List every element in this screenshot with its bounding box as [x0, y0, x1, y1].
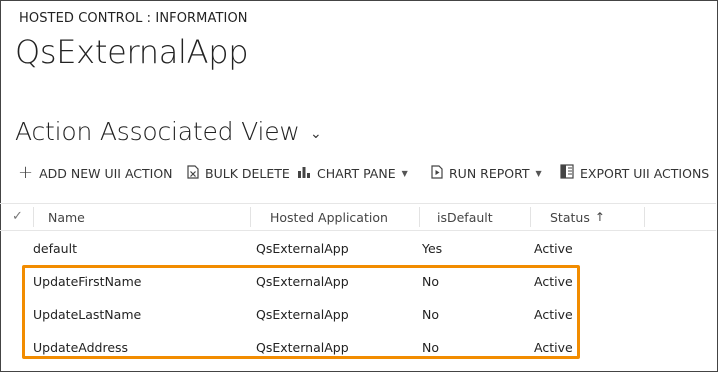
table-row[interactable]: UpdateAddress QsExternalApp No Active: [0, 331, 716, 364]
view-selector-chevron-icon[interactable]: ⌄: [310, 126, 322, 142]
cell-name: UpdateFirstName: [33, 274, 142, 289]
bulk-delete-label: BULK DELETE: [205, 165, 290, 181]
column-header-name[interactable]: Name: [48, 204, 85, 230]
cell-name: UpdateAddress: [33, 340, 129, 355]
column-divider: [644, 207, 645, 227]
cell-status: Active: [534, 340, 573, 355]
select-all-checkmark-icon[interactable]: ✓: [12, 209, 23, 224]
command-bar: + ADD NEW UII ACTION BULK DELETE CHART P…: [0, 160, 716, 186]
cell-isdefault: No: [422, 274, 439, 289]
column-divider: [419, 207, 420, 227]
table-row[interactable]: default QsExternalApp Yes Active: [0, 232, 716, 265]
record-title: QsExternalApp: [15, 33, 249, 71]
bulk-delete-icon: [187, 164, 199, 182]
cell-status: Active: [534, 241, 573, 256]
table-row[interactable]: UpdateLastName QsExternalApp No Active: [0, 298, 716, 331]
table-row[interactable]: UpdateFirstName QsExternalApp No Active: [0, 265, 716, 298]
run-report-label: RUN REPORT: [449, 165, 530, 181]
column-header-status[interactable]: Status ↑: [550, 204, 605, 230]
sort-ascending-icon: ↑: [594, 210, 605, 224]
plus-icon: +: [18, 162, 34, 183]
bar-chart-icon: [297, 165, 311, 182]
run-report-button[interactable]: RUN REPORT ▼: [431, 160, 542, 186]
chart-pane-label: CHART PANE: [317, 165, 396, 181]
report-icon: [431, 164, 443, 182]
column-divider: [33, 207, 34, 227]
breadcrumb: HOSTED CONTROL : INFORMATION: [19, 11, 248, 26]
run-report-dropdown-icon: ▼: [535, 168, 542, 178]
chart-pane-button[interactable]: CHART PANE ▼: [297, 160, 408, 186]
cell-hosted-application: QsExternalApp: [256, 307, 349, 322]
bulk-delete-button[interactable]: BULK DELETE: [187, 160, 290, 186]
export-uii-actions-label: EXPORT UII ACTIONS: [580, 165, 710, 181]
cell-isdefault: No: [422, 340, 439, 355]
add-new-uii-action-button[interactable]: + ADD NEW UII ACTION: [18, 160, 173, 186]
column-divider: [530, 207, 531, 227]
cell-isdefault: No: [422, 307, 439, 322]
cell-hosted-application: QsExternalApp: [256, 274, 349, 289]
excel-export-icon: [560, 164, 574, 182]
column-header-status-label: Status: [550, 209, 590, 225]
grid-header: ✓ Name Hosted Application isDefault Stat…: [0, 203, 716, 231]
cell-hosted-application: QsExternalApp: [256, 241, 349, 256]
cell-status: Active: [534, 274, 573, 289]
column-header-hosted-application[interactable]: Hosted Application: [270, 204, 388, 230]
column-divider: [250, 207, 251, 227]
view-title[interactable]: Action Associated View: [15, 117, 300, 146]
export-uii-actions-button[interactable]: EXPORT UII ACTIONS: [560, 160, 709, 186]
cell-name: default: [33, 241, 77, 256]
column-header-isdefault[interactable]: isDefault: [437, 204, 493, 230]
cell-name: UpdateLastName: [33, 307, 142, 322]
cell-status: Active: [534, 307, 573, 322]
cell-isdefault: Yes: [422, 241, 443, 256]
cell-hosted-application: QsExternalApp: [256, 340, 349, 355]
add-new-uii-action-label: ADD NEW UII ACTION: [39, 165, 173, 181]
chart-pane-dropdown-icon: ▼: [401, 168, 408, 178]
